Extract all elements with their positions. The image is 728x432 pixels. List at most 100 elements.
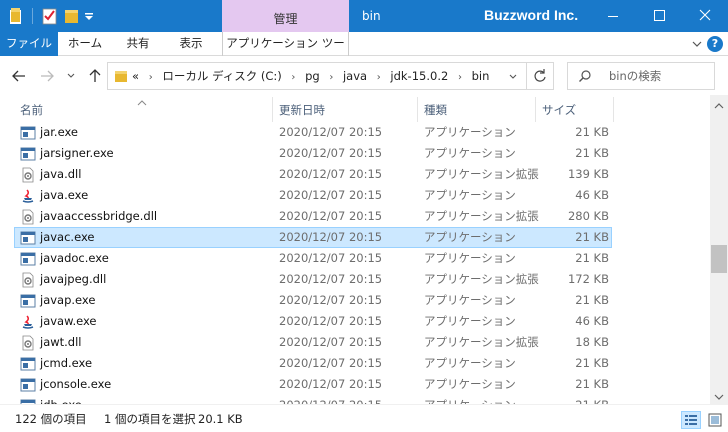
dll-gear-icon <box>20 335 36 351</box>
customize-toolbar-icon[interactable] <box>84 11 94 29</box>
file-type: アプリケーション <box>424 251 516 265</box>
file-date: 2020/12/07 20:15 <box>279 188 383 202</box>
file-size: 21 KB <box>575 146 609 160</box>
selection-size: 20.1 KB <box>198 412 243 426</box>
table-row[interactable]: javadoc.exe 2020/12/07 20:15 アプリケーション 21 KB <box>14 248 612 269</box>
file-size: 139 KB <box>567 167 609 181</box>
breadcrumb-java[interactable]: java <box>343 69 367 83</box>
properties-icon[interactable] <box>42 7 58 25</box>
file-date: 2020/12/07 20:15 <box>279 146 383 160</box>
scroll-up-icon[interactable] <box>714 99 724 113</box>
file-type: アプリケーション拡張 <box>424 335 539 349</box>
breadcrumb-pg[interactable]: pg <box>305 69 320 83</box>
new-folder-icon[interactable] <box>64 7 80 25</box>
refresh-button[interactable] <box>527 62 554 90</box>
chevron-right-icon[interactable]: › <box>291 72 295 83</box>
chevron-right-icon[interactable]: › <box>377 72 381 83</box>
folder-icon[interactable] <box>8 7 24 25</box>
file-size: 280 KB <box>567 209 609 223</box>
chevron-right-icon[interactable]: › <box>329 72 333 83</box>
navigation-bar: « › ローカル ディスク (C:) › pg › java › jdk-15.… <box>0 57 728 95</box>
maximize-icon <box>654 10 665 21</box>
file-type: アプリケーション <box>424 146 516 160</box>
table-row-selected[interactable]: javac.exe 2020/12/07 20:15 アプリケーション 21 KB <box>14 227 612 248</box>
breadcrumb: « › ローカル ディスク (C:) › pg › java › jdk-15.… <box>132 63 489 89</box>
table-row[interactable]: jconsole.exe 2020/12/07 20:15 アプリケーション 21 K… <box>14 374 612 395</box>
file-date: 2020/12/07 20:15 <box>279 125 383 139</box>
tab-file[interactable]: ファイル <box>0 32 58 56</box>
table-row[interactable]: javap.exe 2020/12/07 20:15 アプリケーション 21 KB <box>14 290 612 311</box>
quick-access-divider <box>32 8 33 24</box>
status-bar: 122 個の項目 1 個の項目を選択 20.1 KB <box>0 404 728 432</box>
table-row[interactable]: javaw.exe 2020/12/07 20:15 アプリケーション 46 KB <box>14 311 612 332</box>
java-app-icon <box>20 188 36 204</box>
file-size: 21 KB <box>575 125 609 139</box>
file-date: 2020/12/07 20:15 <box>279 396 382 404</box>
file-size: 18 KB <box>575 335 609 349</box>
file-size: 21 KB <box>575 251 609 265</box>
file-type: アプリケーション拡張 <box>424 167 539 181</box>
file-type: アプリケーション <box>424 125 516 139</box>
scroll-down-icon[interactable] <box>714 390 724 404</box>
search-icon <box>578 69 592 86</box>
chevron-right-icon[interactable]: › <box>149 72 153 83</box>
file-name: jcmd.exe <box>40 356 93 370</box>
tab-share[interactable]: 共有 <box>119 32 157 56</box>
table-row[interactable]: jarsigner.exe 2020/12/07 20:15 アプリケーション 21 … <box>14 143 612 164</box>
breadcrumb-local-disk[interactable]: ローカル ディスク (C:) <box>162 69 281 83</box>
window-title: bin <box>362 9 381 23</box>
help-icon[interactable]: ? <box>707 36 723 52</box>
table-row[interactable]: jawt.dll 2020/12/07 20:15 アプリケーション拡張 18 KB <box>14 332 612 353</box>
forward-arrow-icon[interactable] <box>38 67 56 85</box>
table-row[interactable]: javajpeg.dll 2020/12/07 20:15 アプリケーション拡張 17… <box>14 269 612 290</box>
file-date: 2020/12/07 20:15 <box>279 167 383 181</box>
back-arrow-icon[interactable] <box>10 67 28 85</box>
address-bar[interactable]: « › ローカル ディスク (C:) › pg › java › jdk-15.… <box>107 62 527 90</box>
file-date: 2020/12/07 20:15 <box>279 356 383 370</box>
table-row[interactable]: jcmd.exe 2020/12/07 20:15 アプリケーション 21 KB <box>14 353 612 374</box>
scrollbar-thumb[interactable] <box>711 245 727 273</box>
large-icons-view-icon[interactable] <box>706 411 724 429</box>
vertical-scrollbar[interactable] <box>710 95 728 404</box>
table-row[interactable]: javaaccessbridge.dll 2020/12/07 20:15 アプリケ… <box>14 206 612 227</box>
address-dropdown-icon[interactable] <box>508 71 518 85</box>
file-name: jar.exe <box>40 125 78 139</box>
tab-view[interactable]: 表示 <box>170 32 212 56</box>
chevron-right-icon[interactable]: › <box>458 72 462 83</box>
file-type: アプリケーション拡張 <box>424 272 539 286</box>
breadcrumb-bin[interactable]: bin <box>472 69 490 83</box>
column-size[interactable]: サイズ <box>536 95 613 122</box>
breadcrumb-jdk[interactable]: jdk-15.0.2 <box>390 69 448 83</box>
table-row[interactable]: java.exe 2020/12/07 20:15 アプリケーション 46 KB <box>14 185 612 206</box>
breadcrumb-overflow[interactable]: « <box>132 69 139 83</box>
search-placeholder: binの検索 <box>609 69 662 83</box>
minimize-button[interactable] <box>590 0 636 32</box>
maximize-button[interactable] <box>636 0 682 32</box>
title-bar: 管理 bin Buzzword Inc. <box>0 0 728 32</box>
refresh-icon <box>534 69 546 82</box>
table-row[interactable]: java.dll 2020/12/07 20:15 アプリケーション拡張 139 KB <box>14 164 612 185</box>
file-name: jconsole.exe <box>40 377 112 391</box>
table-row[interactable]: jdb.exe 2020/12/07 20:15 アプリケーション 21 KB <box>14 395 612 404</box>
tab-home[interactable]: ホーム <box>64 32 106 56</box>
file-date: 2020/12/07 20:15 <box>279 209 383 223</box>
column-divider[interactable] <box>613 97 614 122</box>
item-count: 122 個の項目 <box>15 412 87 426</box>
tab-application-tools[interactable]: アプリケーション ツール <box>222 32 349 73</box>
table-row[interactable]: jar.exe 2020/12/07 20:15 アプリケーション 21 KB <box>14 122 612 143</box>
details-view-icon[interactable] <box>681 411 701 429</box>
file-name: javadoc.exe <box>40 251 109 265</box>
file-size: 46 KB <box>575 314 609 328</box>
column-date[interactable]: 更新日時 <box>273 95 417 122</box>
up-arrow-icon[interactable] <box>86 67 104 85</box>
recent-locations-icon[interactable] <box>66 70 84 88</box>
search-input[interactable]: binの検索 <box>567 62 715 90</box>
file-size: 21 KB <box>535 396 609 404</box>
close-button[interactable] <box>682 0 728 32</box>
file-date: 2020/12/07 20:15 <box>279 272 383 286</box>
expand-ribbon-icon[interactable] <box>690 37 704 51</box>
exe-window-icon <box>20 377 36 393</box>
dll-gear-icon <box>20 209 36 225</box>
column-type[interactable]: 種類 <box>418 95 535 122</box>
file-name: jdb.exe <box>40 396 82 404</box>
